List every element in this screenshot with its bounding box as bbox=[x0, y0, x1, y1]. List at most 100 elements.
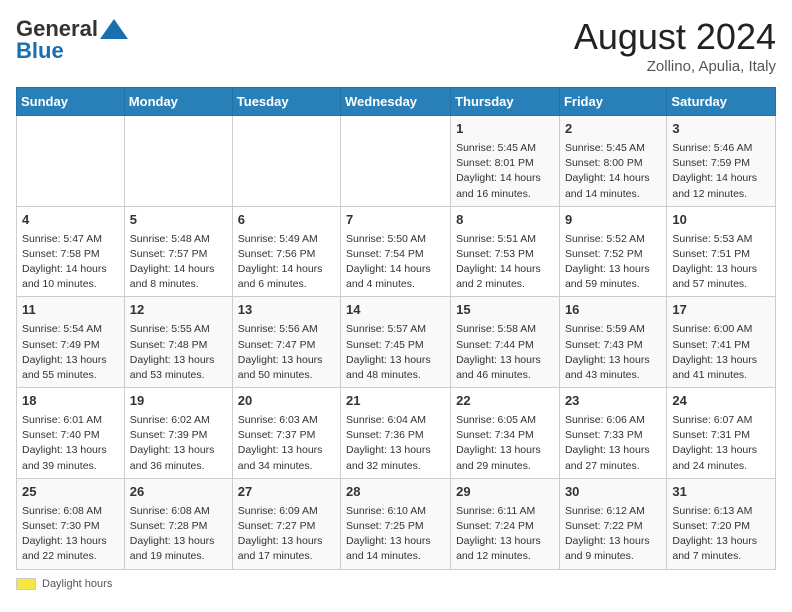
day-number: 2 bbox=[565, 120, 661, 139]
footer-note: Daylight hours bbox=[16, 578, 776, 590]
daylight-swatch bbox=[16, 578, 36, 590]
day-info: Sunrise: 6:09 AMSunset: 7:27 PMDaylight:… bbox=[238, 504, 335, 565]
week-row-3: 11Sunrise: 5:54 AMSunset: 7:49 PMDayligh… bbox=[17, 297, 776, 388]
logo-blue: Blue bbox=[16, 38, 64, 64]
day-info: Sunrise: 5:50 AMSunset: 7:54 PMDaylight:… bbox=[346, 232, 445, 293]
day-number: 30 bbox=[565, 483, 661, 502]
day-number: 1 bbox=[456, 120, 554, 139]
month-year: August 2024 bbox=[574, 16, 776, 58]
day-info: Sunrise: 5:49 AMSunset: 7:56 PMDaylight:… bbox=[238, 232, 335, 293]
calendar-cell: 30 Sunrise: 6:12 AMSunset: 7:22 PMDayligh… bbox=[559, 478, 666, 569]
day-info: Sunrise: 5:56 AMSunset: 7:47 PMDaylight:… bbox=[238, 322, 335, 383]
day-info: Sunrise: 6:03 AMSunset: 7:37 PMDaylight:… bbox=[238, 413, 335, 474]
logo-icon bbox=[100, 19, 128, 39]
day-info: Sunrise: 5:45 AMSunset: 8:00 PMDaylight:… bbox=[565, 141, 661, 202]
day-number: 7 bbox=[346, 211, 445, 230]
calendar-cell: 26 Sunrise: 6:08 AMSunset: 7:28 PMDayligh… bbox=[124, 478, 232, 569]
day-info: Sunrise: 5:53 AMSunset: 7:51 PMDaylight:… bbox=[672, 232, 770, 293]
day-number: 26 bbox=[130, 483, 227, 502]
day-info: Sunrise: 5:47 AMSunset: 7:58 PMDaylight:… bbox=[22, 232, 119, 293]
col-header-sunday: Sunday bbox=[17, 88, 125, 116]
calendar-cell: 15Sunrise: 5:58 AMSunset: 7:44 PMDayligh… bbox=[451, 297, 560, 388]
col-header-wednesday: Wednesday bbox=[341, 88, 451, 116]
day-info: Sunrise: 6:05 AMSunset: 7:34 PMDaylight:… bbox=[456, 413, 554, 474]
calendar-cell: 7 Sunrise: 5:50 AMSunset: 7:54 PMDaylight… bbox=[341, 206, 451, 297]
day-info: Sunrise: 6:01 AMSunset: 7:40 PMDaylight:… bbox=[22, 413, 119, 474]
col-header-monday: Monday bbox=[124, 88, 232, 116]
calendar-cell: 31Sunrise: 6:13 AMSunset: 7:20 PMDayligh… bbox=[667, 478, 776, 569]
calendar-cell: 8Sunrise: 5:51 AMSunset: 7:53 PMDaylight… bbox=[451, 206, 560, 297]
calendar-cell: 12 Sunrise: 5:55 AMSunset: 7:48 PMDayligh… bbox=[124, 297, 232, 388]
day-info: Sunrise: 6:00 AMSunset: 7:41 PMDaylight:… bbox=[672, 322, 770, 383]
calendar-cell: 17 Sunrise: 6:00 AMSunset: 7:41 PMDayligh… bbox=[667, 297, 776, 388]
day-info: Sunrise: 6:08 AMSunset: 7:28 PMDaylight:… bbox=[130, 504, 227, 565]
calendar-cell: 27 Sunrise: 6:09 AMSunset: 7:27 PMDayligh… bbox=[232, 478, 340, 569]
calendar-cell bbox=[341, 116, 451, 207]
day-number: 20 bbox=[238, 392, 335, 411]
day-number: 10 bbox=[672, 211, 770, 230]
daylight-label: Daylight hours bbox=[42, 578, 112, 590]
day-number: 21 bbox=[346, 392, 445, 411]
day-info: Sunrise: 5:48 AMSunset: 7:57 PMDaylight:… bbox=[130, 232, 227, 293]
page-header: General Blue August 2024 Zollino, Apulia… bbox=[16, 16, 776, 75]
week-row-4: 18 Sunrise: 6:01 AMSunset: 7:40 PMDayligh… bbox=[17, 388, 776, 479]
logo: General Blue bbox=[16, 16, 128, 64]
day-info: Sunrise: 5:57 AMSunset: 7:45 PMDaylight:… bbox=[346, 322, 445, 383]
calendar-cell: 20 Sunrise: 6:03 AMSunset: 7:37 PMDayligh… bbox=[232, 388, 340, 479]
day-info: Sunrise: 6:12 AMSunset: 7:22 PMDaylight:… bbox=[565, 504, 661, 565]
calendar-cell: 25Sunrise: 6:08 AMSunset: 7:30 PMDayligh… bbox=[17, 478, 125, 569]
calendar-cell: 9 Sunrise: 5:52 AMSunset: 7:52 PMDaylight… bbox=[559, 206, 666, 297]
day-number: 23 bbox=[565, 392, 661, 411]
day-info: Sunrise: 5:52 AMSunset: 7:52 PMDaylight:… bbox=[565, 232, 661, 293]
day-number: 24 bbox=[672, 392, 770, 411]
calendar-cell: 23 Sunrise: 6:06 AMSunset: 7:33 PMDayligh… bbox=[559, 388, 666, 479]
calendar-cell bbox=[124, 116, 232, 207]
day-number: 27 bbox=[238, 483, 335, 502]
day-info: Sunrise: 6:08 AMSunset: 7:30 PMDaylight:… bbox=[22, 504, 119, 565]
day-info: Sunrise: 6:07 AMSunset: 7:31 PMDaylight:… bbox=[672, 413, 770, 474]
day-number: 14 bbox=[346, 301, 445, 320]
day-info: Sunrise: 5:55 AMSunset: 7:48 PMDaylight:… bbox=[130, 322, 227, 383]
location: Zollino, Apulia, Italy bbox=[574, 58, 776, 75]
col-header-friday: Friday bbox=[559, 88, 666, 116]
calendar-cell: 22 Sunrise: 6:05 AMSunset: 7:34 PMDayligh… bbox=[451, 388, 560, 479]
calendar-cell bbox=[232, 116, 340, 207]
day-info: Sunrise: 6:10 AMSunset: 7:25 PMDaylight:… bbox=[346, 504, 445, 565]
day-number: 19 bbox=[130, 392, 227, 411]
day-info: Sunrise: 6:11 AMSunset: 7:24 PMDaylight:… bbox=[456, 504, 554, 565]
day-number: 5 bbox=[130, 211, 227, 230]
calendar-cell: 1 Sunrise: 5:45 AMSunset: 8:01 PMDaylight… bbox=[451, 116, 560, 207]
calendar-cell: 19 Sunrise: 6:02 AMSunset: 7:39 PMDayligh… bbox=[124, 388, 232, 479]
day-number: 18 bbox=[22, 392, 119, 411]
day-info: Sunrise: 5:45 AMSunset: 8:01 PMDaylight:… bbox=[456, 141, 554, 202]
day-number: 13 bbox=[238, 301, 335, 320]
calendar-cell: 16Sunrise: 5:59 AMSunset: 7:43 PMDayligh… bbox=[559, 297, 666, 388]
calendar-cell: 11Sunrise: 5:54 AMSunset: 7:49 PMDayligh… bbox=[17, 297, 125, 388]
week-row-1: 1 Sunrise: 5:45 AMSunset: 8:01 PMDaylight… bbox=[17, 116, 776, 207]
day-number: 15 bbox=[456, 301, 554, 320]
calendar-cell: 18 Sunrise: 6:01 AMSunset: 7:40 PMDayligh… bbox=[17, 388, 125, 479]
calendar-cell: 24 Sunrise: 6:07 AMSunset: 7:31 PMDayligh… bbox=[667, 388, 776, 479]
col-header-saturday: Saturday bbox=[667, 88, 776, 116]
calendar-cell bbox=[17, 116, 125, 207]
day-info: Sunrise: 6:06 AMSunset: 7:33 PMDaylight:… bbox=[565, 413, 661, 474]
day-number: 9 bbox=[565, 211, 661, 230]
day-number: 31 bbox=[672, 483, 770, 502]
day-number: 4 bbox=[22, 211, 119, 230]
day-number: 6 bbox=[238, 211, 335, 230]
calendar-cell: 28 Sunrise: 6:10 AMSunset: 7:25 PMDayligh… bbox=[341, 478, 451, 569]
day-number: 8 bbox=[456, 211, 554, 230]
day-number: 28 bbox=[346, 483, 445, 502]
day-number: 17 bbox=[672, 301, 770, 320]
calendar-cell: 4 Sunrise: 5:47 AMSunset: 7:58 PMDaylight… bbox=[17, 206, 125, 297]
day-number: 22 bbox=[456, 392, 554, 411]
day-info: Sunrise: 6:02 AMSunset: 7:39 PMDaylight:… bbox=[130, 413, 227, 474]
calendar-cell: 21Sunrise: 6:04 AMSunset: 7:36 PMDayligh… bbox=[341, 388, 451, 479]
day-number: 3 bbox=[672, 120, 770, 139]
day-number: 29 bbox=[456, 483, 554, 502]
title-block: August 2024 Zollino, Apulia, Italy bbox=[574, 16, 776, 75]
week-row-5: 25Sunrise: 6:08 AMSunset: 7:30 PMDayligh… bbox=[17, 478, 776, 569]
day-number: 12 bbox=[130, 301, 227, 320]
day-info: Sunrise: 5:46 AMSunset: 7:59 PMDaylight:… bbox=[672, 141, 770, 202]
calendar-table: SundayMondayTuesdayWednesdayThursdayFrid… bbox=[16, 87, 776, 570]
